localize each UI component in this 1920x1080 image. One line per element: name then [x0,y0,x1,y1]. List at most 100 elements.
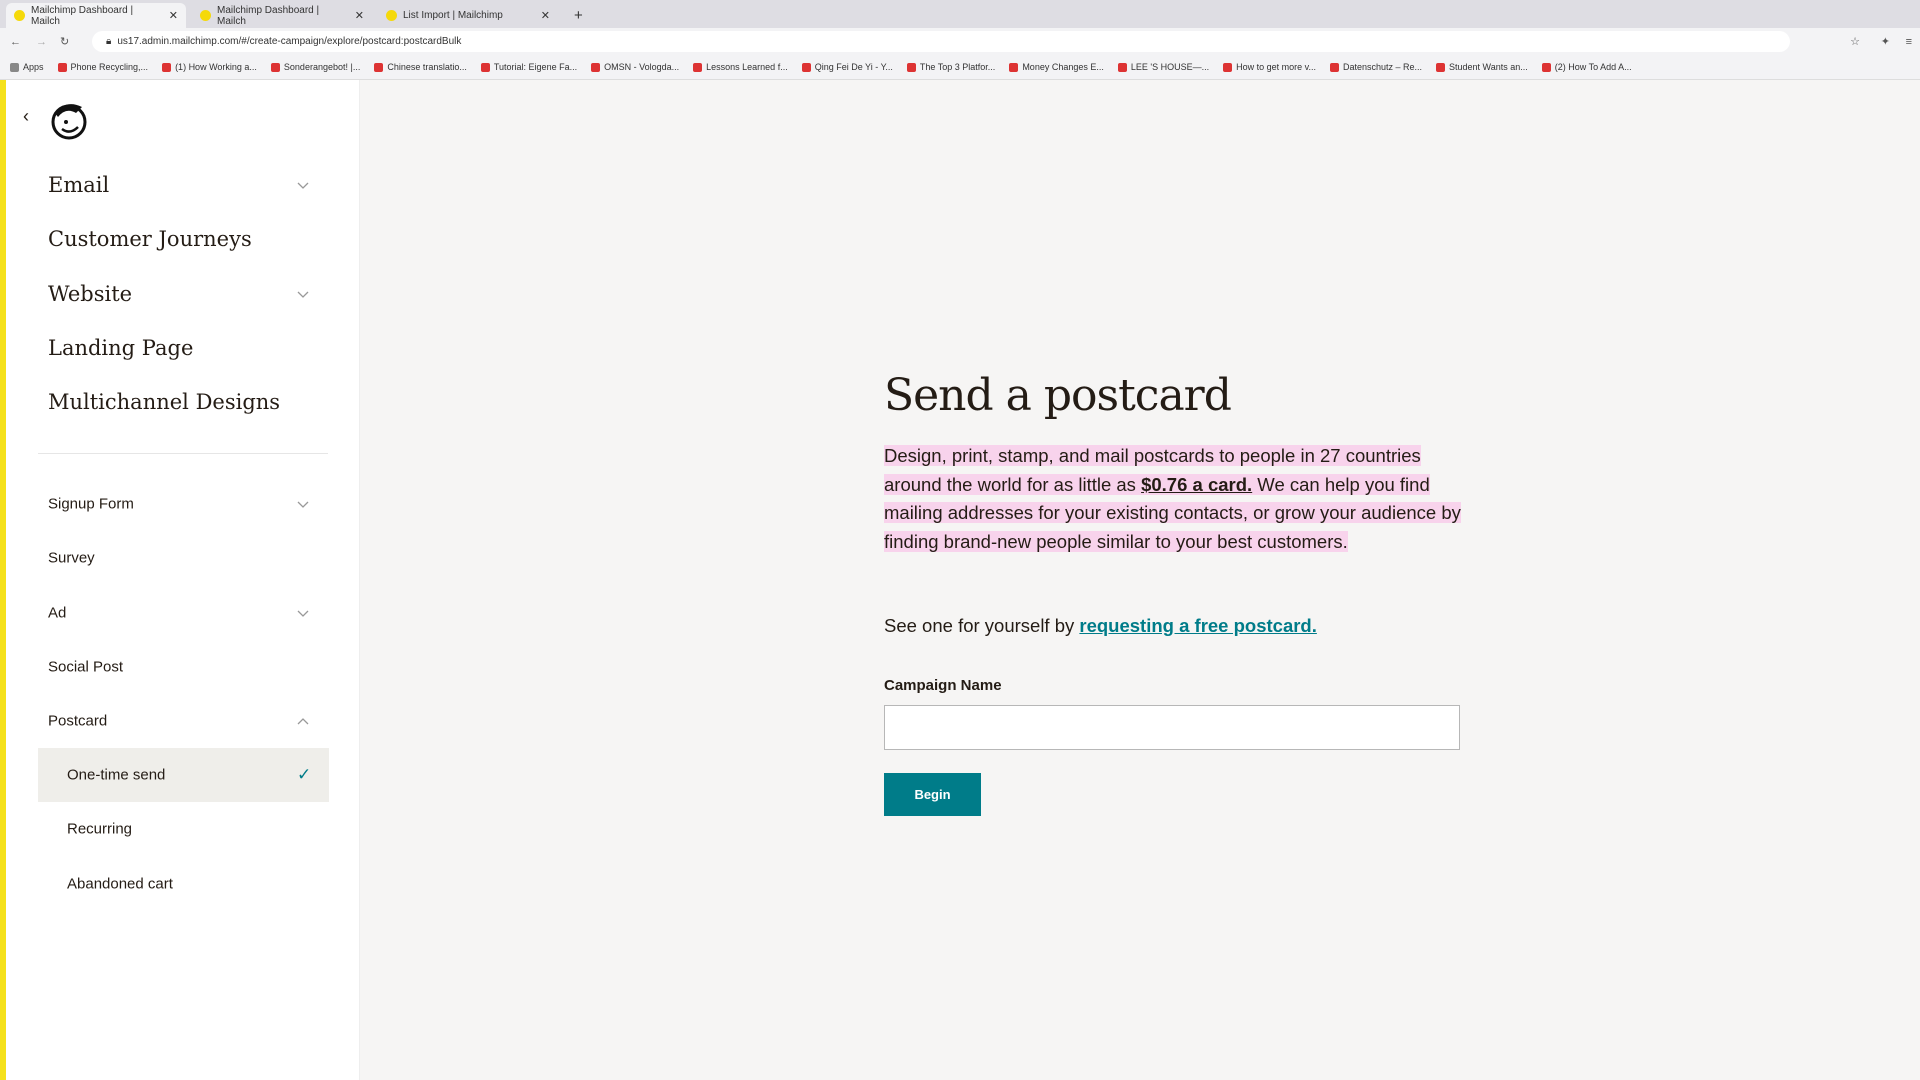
bookmark-favicon-icon [374,63,384,73]
chevron-down-icon[interactable] [296,497,310,511]
sidebar-subitem-recurring[interactable]: Recurring [67,821,132,838]
bookmark-label: Money Changes E... [1022,61,1104,72]
bookmark-item[interactable]: Tutorial: Eigene Fa... [480,61,578,73]
bookmark-favicon-icon [1117,63,1127,73]
bookmark-item[interactable]: Money Changes E... [1009,61,1104,73]
bookmark-favicon-icon [1436,63,1446,73]
bookmark-label: Qing Fei De Yi - Y... [814,61,893,72]
bookmark-favicon-icon [270,63,280,73]
browser-tab[interactable]: List Import | Mailchimp ✕ [378,3,558,28]
begin-button[interactable]: Begin [884,773,981,816]
close-tab-icon[interactable]: ✕ [355,9,364,22]
bookmark-favicon-icon [801,63,811,73]
browser-tab[interactable]: Mailchimp Dashboard | Mailch ✕ [192,3,372,28]
extensions-icon[interactable]: ✦ [1881,35,1890,48]
campaign-name-label: Campaign Name [884,677,1002,694]
sidebar-subitem-abandoned-cart[interactable]: Abandoned cart [67,875,173,892]
bookmark-favicon-icon [57,63,67,73]
tab-title: Mailchimp Dashboard | Mailch [31,4,134,27]
forward-icon[interactable]: → [36,36,47,48]
close-tab-icon[interactable]: ✕ [169,9,178,22]
sidebar-item-website[interactable]: Website [48,282,132,306]
bookmark-item[interactable]: Student Wants an... [1436,61,1528,73]
star-icon[interactable]: ☆ [1850,35,1860,48]
bookmark-item[interactable]: LEE 'S HOUSE—... [1117,62,1209,73]
bookmark-item[interactable]: (1) How Working a... [162,61,257,73]
bookmark-favicon-icon [162,63,172,73]
sidebar-item-multichannel-designs[interactable]: Multichannel Designs [48,390,280,414]
sidebar-item-email[interactable]: Email [48,173,109,197]
bookmark-favicon-icon [1541,63,1551,73]
checkmark-icon: ✓ [297,765,312,784]
bookmark-item[interactable]: Phone Recycling,... [57,61,149,73]
free-postcard-line: See one for yourself by requesting a fre… [884,615,1317,637]
back-icon[interactable]: ← [10,36,21,48]
mailchimp-favicon-icon [200,10,211,21]
close-tab-icon[interactable]: ✕ [541,9,550,22]
bookmark-label: The Top 3 Platfor... [919,61,996,72]
bookmark-favicon-icon [480,63,490,73]
mailchimp-logo-icon[interactable] [46,97,92,143]
collapse-back-icon[interactable]: ‹ [23,106,29,127]
sidebar: ‹ Email Customer Journeys Website Landing P… [6,80,360,1080]
new-tab-button[interactable]: + [566,3,591,28]
menu-icon[interactable]: ≡ [1906,36,1912,48]
sidebar-subitem-one-time-send[interactable]: One-time send [67,767,165,784]
bookmark-label: Lessons Learned f... [706,61,788,72]
bookmark-item[interactable]: The Top 3 Platfor... [906,61,996,73]
bookmark-item[interactable]: OMSN - Vologda... [591,61,680,73]
chevron-down-icon[interactable] [296,606,310,620]
price-link[interactable]: $0.76 a card. [1141,474,1252,495]
bookmark-favicon-icon [1329,63,1339,73]
bookmark-favicon-icon [693,63,703,73]
bookmark-label: OMSN - Vologda... [604,61,680,72]
tab-bar: Mailchimp Dashboard | Mailch ✕ Mailchimp … [0,0,1920,28]
bookmark-item[interactable]: Apps [10,61,44,73]
url-text: us17.admin.mailchimp.com/#/create-campai… [117,36,462,47]
browser-tab[interactable]: Mailchimp Dashboard | Mailch ✕ [6,3,186,28]
bookmark-item[interactable]: (2) How To Add A... [1541,61,1632,73]
page-title: Send a postcard [884,370,1232,421]
sidebar-item-postcard[interactable]: Postcard [48,713,107,730]
bookmark-label: Phone Recycling,... [70,61,149,72]
sidebar-item-signup-form[interactable]: Signup Form [48,496,134,513]
tab-title: List Import | Mailchimp [403,10,503,21]
chevron-down-icon[interactable] [296,178,310,192]
bookmark-favicon-icon [906,63,916,73]
bookmark-item[interactable]: Chinese translatio... [374,61,467,73]
bookmark-item[interactable]: Qing Fei De Yi - Y... [801,61,893,73]
bookmark-label: (1) How Working a... [175,61,257,72]
bookmark-favicon-icon [10,63,19,73]
bookmark-label: (2) How To Add A... [1554,61,1632,72]
sidebar-item-ad[interactable]: Ad [48,604,66,621]
sidebar-item-survey[interactable]: Survey [48,550,95,567]
bookmark-favicon-icon [1223,63,1233,73]
url-input[interactable]: 🔒︎ us17.admin.mailchimp.com/#/create-camp… [92,31,1790,52]
bookmark-label: Student Wants an... [1449,61,1528,72]
sidebar-divider [38,453,328,454]
sidebar-item-customer-journeys[interactable]: Customer Journeys [48,227,252,251]
bookmark-favicon-icon [1009,63,1019,73]
bookmark-label: Tutorial: Eigene Fa... [493,61,578,72]
bookmark-item[interactable]: Sonderangebot! |... [270,61,361,73]
sidebar-item-landing-page[interactable]: Landing Page [48,336,193,360]
description: Design, print, stamp, and mail postcards… [884,442,1464,556]
chevron-down-icon[interactable] [296,287,310,301]
mailchimp-favicon-icon [386,10,397,21]
bookmarks-bar: Apps Phone Recycling,... (1) How Working a… [0,55,1920,80]
request-free-postcard-link[interactable]: requesting a free postcard. [1079,615,1316,636]
tab-title: Mailchimp Dashboard | Mailch [217,4,320,27]
lock-icon: 🔒︎ [106,36,112,47]
mailchimp-favicon-icon [14,10,25,21]
bookmark-label: Sonderangebot! |... [283,61,361,72]
bookmark-item[interactable]: Datenschutz – Re... [1329,62,1422,73]
sidebar-item-social-post[interactable]: Social Post [48,658,123,675]
address-bar-row: ← → ↻ 🔒︎ us17.admin.mailchimp.com/#/creat… [0,28,1920,55]
bookmark-label: Apps [23,61,44,72]
bookmark-label: Chinese translatio... [387,61,467,72]
bookmark-item[interactable]: Lessons Learned f... [693,61,788,73]
chevron-up-icon[interactable] [296,714,310,728]
reload-icon[interactable]: ↻ [60,35,69,48]
bookmark-item[interactable]: How to get more v... [1223,62,1316,73]
campaign-name-input[interactable] [884,705,1460,750]
